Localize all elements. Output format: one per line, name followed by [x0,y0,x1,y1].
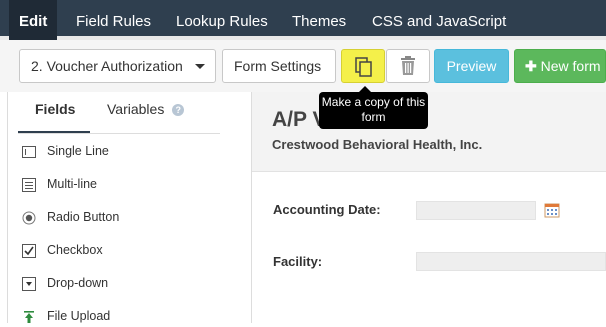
preview-button[interactable]: Preview [434,49,509,83]
calendar-icon[interactable] [544,202,560,218]
tab-themes[interactable]: Themes [282,0,356,40]
field-type-label: Multi-line [47,177,98,191]
single-line-icon [22,146,36,158]
tab-edit[interactable]: Edit [9,0,58,40]
tab-variables-label: Variables [107,101,165,117]
divider [7,92,8,323]
facility-label: Facility: [273,254,323,269]
tab-variables[interactable]: Variables ? [107,101,185,117]
upload-icon [24,311,34,323]
tab-fields[interactable]: Fields [35,101,75,117]
facility-input[interactable] [416,252,606,271]
form-settings-button[interactable]: Form Settings [222,49,336,83]
checkbox-icon [22,244,36,258]
field-type-label: Radio Button [47,210,120,224]
divider [18,133,220,134]
help-icon[interactable]: ? [172,104,185,116]
field-type-label: Checkbox [47,243,103,257]
form-header [252,92,606,172]
plus-icon: ✚ [525,58,537,74]
chevron-down-icon [195,64,205,69]
field-type-label: File Upload [47,309,111,323]
form-select-value: 2. Voucher Authorization [31,58,183,74]
radio-icon [22,211,36,225]
tab-field-rules[interactable]: Field Rules [66,0,161,40]
dropdown-icon [22,277,36,291]
accounting-date-input[interactable] [416,201,536,220]
tab-css-javascript[interactable]: CSS and JavaScript [362,0,516,40]
delete-form-button[interactable] [386,49,430,83]
trash-icon [401,56,415,75]
field-type-label: Single Line [47,144,109,158]
accounting-date-label: Accounting Date: [273,202,381,217]
form-select-dropdown[interactable]: 2. Voucher Authorization [19,49,216,83]
copy-icon [355,57,372,77]
top-nav: Edit Field Rules Lookup Rules Themes CSS… [0,0,606,40]
field-type-label: Drop-down [47,276,109,290]
copy-form-button[interactable] [341,49,385,83]
tooltip: Make a copy of this form [319,86,428,129]
multi-line-icon [22,178,36,192]
form-organization: Crestwood Behavioral Health, Inc. [272,137,483,152]
tab-lookup-rules[interactable]: Lookup Rules [166,0,278,40]
new-form-label: New form [540,58,601,74]
new-form-button[interactable]: ✚ New form [514,49,606,83]
